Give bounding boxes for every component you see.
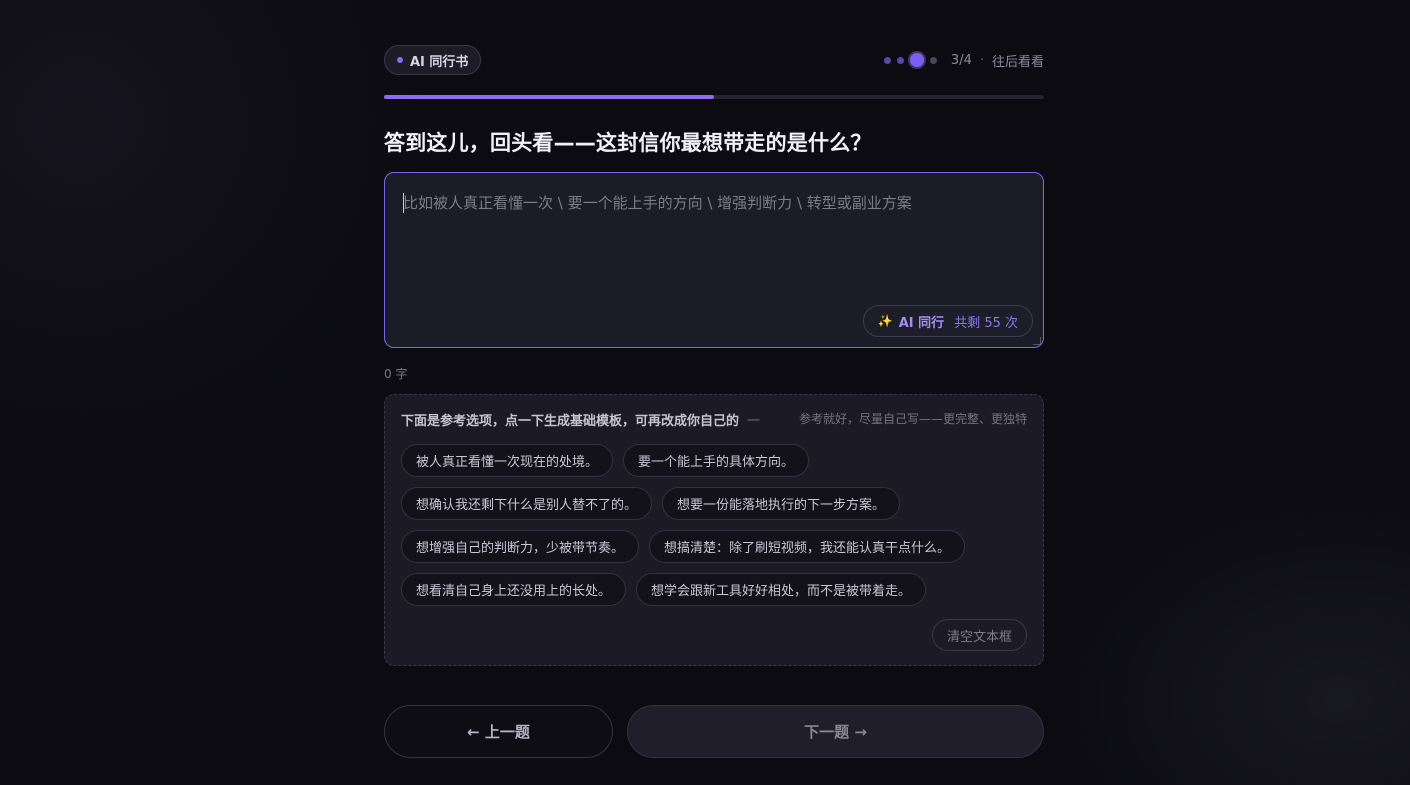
step-separator: · (979, 52, 984, 68)
option-chip[interactable]: 想确认我还剩下什么是别人替不了的。 (401, 487, 653, 520)
option-chip[interactable]: 想搞清楚：除了刷短视频，我还能认真干点什么。 (649, 530, 966, 563)
option-chip[interactable]: 想增强自己的判断力，少被带节奏。 (401, 530, 640, 563)
options-heading: 下面是参考选项，点一下生成基础模板，可再改成你自己的一 (401, 410, 760, 429)
option-chip[interactable]: 想要一份能落地执行的下一步方案。 (662, 487, 901, 520)
options-heading-dash: 一 (747, 414, 761, 429)
next-question-button[interactable]: 下一题 → (627, 705, 1044, 758)
progress-fill (384, 95, 714, 99)
chip-row: 想看清自己身上还没用上的长处。 想学会跟新工具好好相处，而不是被带着走。 (401, 573, 1027, 606)
clear-textarea-button[interactable]: 清空文本框 (931, 619, 1027, 651)
step-dots (883, 53, 937, 67)
option-chips: 被人真正看懂一次现在的处境。 要一个能上手的具体方向。 想确认我还剩下什么是别人… (401, 444, 1027, 616)
sparkles-icon: ✨ (877, 314, 893, 328)
options-tip: 参考就好，尽量自己写——更完整、更独特 (798, 412, 1027, 426)
previous-question-button[interactable]: ← 上一题 (384, 705, 613, 758)
brand-dot-icon (397, 57, 403, 63)
ai-remaining-count: 共剩 55 次 (954, 315, 1018, 331)
option-chip[interactable]: 想看清自己身上还没用上的长处。 (401, 573, 627, 606)
progress-bar (384, 95, 1044, 99)
brand-label: AI 同行书 (410, 54, 469, 70)
option-chip[interactable]: 被人真正看懂一次现在的处境。 (401, 444, 614, 477)
skip-ahead-link[interactable]: 往后看看 (992, 51, 1044, 70)
brand-badge: AI 同行书 (384, 45, 482, 75)
ai-assist-button[interactable]: ✨ AI 同行 共剩 55 次 (862, 305, 1033, 337)
step-dot (929, 56, 937, 64)
question-title: 答到这儿，回头看——这封信你最想带走的是什么？ (384, 131, 872, 155)
option-chip[interactable]: 想学会跟新工具好好相处，而不是被带着走。 (636, 573, 927, 606)
chip-row: 想确认我还剩下什么是别人替不了的。 想要一份能落地执行的下一步方案。 (401, 487, 1027, 520)
step-dot (883, 56, 891, 64)
ai-assist-label: AI 同行 (898, 315, 945, 331)
chip-row: 被人真正看懂一次现在的处境。 要一个能上手的具体方向。 (401, 444, 1027, 477)
chip-row: 想增强自己的判断力，少被带节奏。 想搞清楚：除了刷短视频，我还能认真干点什么。 (401, 530, 1027, 563)
text-caret (403, 193, 404, 213)
step-dot-current (909, 53, 924, 67)
char-count: 0 字 (384, 367, 408, 381)
option-chip[interactable]: 要一个能上手的具体方向。 (623, 444, 810, 477)
reference-options-panel: 下面是参考选项，点一下生成基础模板，可再改成你自己的一 参考就好，尽量自己写——… (384, 394, 1044, 666)
options-heading-text: 下面是参考选项，点一下生成基础模板，可再改成你自己的 (401, 414, 740, 429)
resize-handle-icon[interactable] (1033, 337, 1041, 345)
step-indicator: 3/4 · 往后看看 (883, 45, 1044, 75)
step-counter: 3/4 (950, 52, 972, 68)
header: AI 同行书 3/4 · 往后看看 (384, 45, 1044, 75)
answer-editor: ✨ AI 同行 共剩 55 次 (384, 172, 1044, 348)
step-dot (896, 56, 904, 64)
